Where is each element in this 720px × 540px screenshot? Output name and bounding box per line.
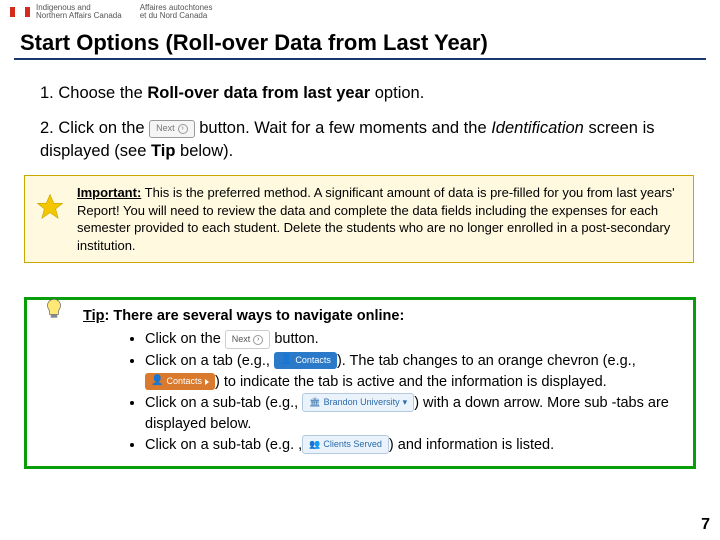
- step-2-num: 2.: [40, 119, 58, 137]
- tab-contacts[interactable]: 👤Contacts: [274, 352, 337, 369]
- step-2-ital: Identification: [491, 119, 584, 137]
- page-title: Start Options (Roll-over Data from Last …: [14, 30, 706, 56]
- important-label: Important:: [77, 185, 141, 200]
- tip-item-1: Click on the Next› button.: [145, 329, 683, 350]
- arrow-icon: ›: [253, 335, 263, 345]
- tab-contacts-active[interactable]: 👤Contacts: [145, 373, 215, 390]
- step-2: 2. Click on the Next› button. Wait for a…: [40, 117, 690, 163]
- building-icon: 🏛: [309, 396, 320, 409]
- gov-en-2: Northern Affairs Canada: [36, 12, 122, 20]
- person-icon: 👤: [280, 353, 292, 368]
- next-button[interactable]: Next›: [149, 120, 195, 138]
- important-text: This is the preferred method. A signific…: [77, 185, 675, 253]
- step-1-post: option.: [370, 84, 424, 102]
- tip-list: Click on the Next› button. Click on a ta…: [87, 329, 683, 455]
- tip-item-2: Click on a tab (e.g., 👤Contacts). The ta…: [145, 351, 683, 393]
- canada-flag-icon: [10, 7, 30, 17]
- subtab-brandon[interactable]: 🏛Brandon University▾: [302, 393, 414, 412]
- star-icon: [35, 192, 65, 227]
- lightbulb-icon: [41, 296, 67, 329]
- chevron-down-icon: ▾: [403, 396, 408, 409]
- important-box: Important: This is the preferred method.…: [24, 175, 694, 263]
- person-icon: 👤: [151, 374, 163, 389]
- step-1-pre: Choose the: [58, 84, 147, 102]
- page-number: 7: [701, 516, 710, 534]
- people-icon: 👥: [309, 438, 320, 451]
- gov-fr-2: et du Nord Canada: [140, 12, 213, 20]
- arrow-icon: ›: [178, 124, 188, 134]
- step-2-post1: button. Wait for a few moments and the: [195, 119, 492, 137]
- chevron-right-icon: [205, 379, 209, 385]
- step-1: 1. Choose the Roll-over data from last y…: [40, 82, 690, 105]
- step-2-pre: Click on the: [58, 119, 149, 137]
- gov-header: Indigenous and Northern Affairs Canada A…: [0, 0, 720, 24]
- tip-item-4: Click on a sub-tab (e.g. ,👥Clients Serve…: [145, 435, 683, 456]
- subtab-clients[interactable]: 👥Clients Served: [302, 435, 389, 454]
- tip-item-3: Click on a sub-tab (e.g., 🏛Brandon Unive…: [145, 393, 683, 435]
- next-button-label: Next: [156, 122, 175, 135]
- next-button-inline[interactable]: Next›: [225, 330, 271, 349]
- step-1-bold: Roll-over data from last year: [147, 84, 370, 102]
- tip-intro: : There are several ways to navigate onl…: [104, 308, 404, 324]
- tip-label: Tip: [83, 308, 104, 324]
- step-1-num: 1.: [40, 84, 58, 102]
- title-bar: Start Options (Roll-over Data from Last …: [14, 30, 706, 60]
- step-2-post3: below).: [175, 142, 233, 160]
- tip-box: Tip: There are several ways to navigate …: [24, 297, 696, 468]
- step-2-bold: Tip: [151, 142, 175, 160]
